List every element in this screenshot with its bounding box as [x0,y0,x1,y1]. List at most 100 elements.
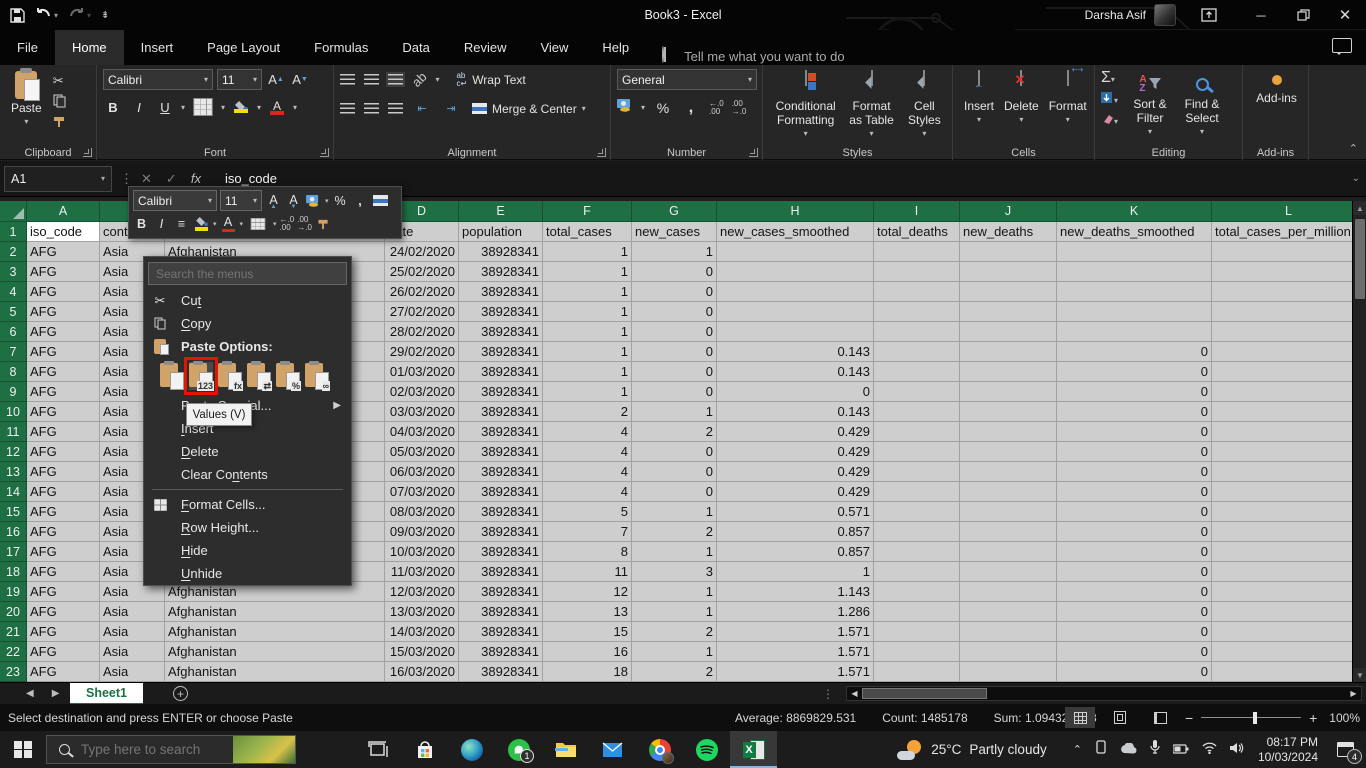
page-break-view-button[interactable] [1145,707,1175,728]
cell-I13[interactable] [874,462,960,482]
cell-L13[interactable]: 0 [1212,462,1366,482]
cell-A16[interactable]: AFG [27,522,100,542]
cell-G7[interactable]: 0 [632,342,717,362]
undo-dropdown-icon[interactable]: ▾ [54,11,58,20]
mini-shrink-font-button[interactable]: A▼ [285,191,302,211]
paste-formulas-icon[interactable]: fx [218,362,242,390]
onedrive-icon[interactable] [1120,741,1137,759]
cell-G3[interactable]: 0 [632,262,717,282]
cell-F8[interactable]: 1 [543,362,632,382]
cell-A22[interactable]: AFG [27,642,100,662]
cell-J22[interactable] [960,642,1057,662]
cell-J13[interactable] [960,462,1057,482]
format-painter-icon[interactable] [53,116,66,131]
cell-I21[interactable] [874,622,960,642]
cell-H19[interactable]: 1.143 [717,582,874,602]
cell-E4[interactable]: 38928341 [459,282,543,302]
cell-J21[interactable] [960,622,1057,642]
row-header-2[interactable]: 2 [0,242,27,262]
cell-C22[interactable]: Afghanistan [165,642,385,662]
underline-button[interactable]: U [155,97,175,118]
chrome-taskbar-button[interactable] [636,731,683,768]
cell-G6[interactable]: 0 [632,322,717,342]
cell-E3[interactable]: 38928341 [459,262,543,282]
cell-K1[interactable]: new_deaths_smoothed [1057,222,1212,242]
cell-K8[interactable]: 0 [1057,362,1212,382]
zoom-out-button[interactable]: − [1185,710,1193,726]
cell-D12[interactable]: 05/03/2020 [385,442,459,462]
align-left-button[interactable] [340,103,355,114]
cell-A9[interactable]: AFG [27,382,100,402]
row-header-1[interactable]: 1 [0,222,27,242]
menu-item-cut[interactable]: ✂Cut [144,289,351,312]
grow-font-button[interactable]: A▲ [266,69,286,90]
cell-D9[interactable]: 02/03/2020 [385,382,459,402]
page-layout-view-button[interactable] [1105,707,1135,728]
column-header-E[interactable]: E [459,201,543,222]
cell-F19[interactable]: 12 [543,582,632,602]
cell-L3[interactable]: 0 [1212,262,1366,282]
cell-C21[interactable]: Afghanistan [165,622,385,642]
mini-merge-button[interactable] [372,191,389,211]
cell-L10[interactable]: 0 [1212,402,1366,422]
cell-D16[interactable]: 09/03/2020 [385,522,459,542]
merge-center-button[interactable]: Merge & Center ▾ [472,98,586,119]
cell-A2[interactable]: AFG [27,242,100,262]
cell-K21[interactable]: 0 [1057,622,1212,642]
font-size-select[interactable]: 11▾ [217,69,262,90]
cell-D14[interactable]: 07/03/2020 [385,482,459,502]
tell-me-box[interactable]: Tell me what you want to do [662,47,844,65]
tab-home[interactable]: Home [55,30,124,65]
cell-D13[interactable]: 06/03/2020 [385,462,459,482]
cell-K23[interactable]: 0 [1057,662,1212,682]
decrease-decimal-button[interactable]: .00→.0 [732,100,747,116]
column-header-J[interactable]: J [960,201,1057,222]
cell-F3[interactable]: 1 [543,262,632,282]
mini-comma-button[interactable]: , [352,191,369,211]
tab-page-layout[interactable]: Page Layout [190,30,297,65]
mini-italic-button[interactable]: I [153,214,170,234]
cell-E6[interactable]: 38928341 [459,322,543,342]
cell-A10[interactable]: AFG [27,402,100,422]
cell-D17[interactable]: 10/03/2020 [385,542,459,562]
cell-H8[interactable]: 0.143 [717,362,874,382]
cell-J3[interactable] [960,262,1057,282]
cell-G9[interactable]: 0 [632,382,717,402]
comments-icon[interactable] [1332,38,1352,53]
cell-H14[interactable]: 0.429 [717,482,874,502]
clipboard-dialog-launcher[interactable] [83,148,92,157]
cell-K14[interactable]: 0 [1057,482,1212,502]
paste-formatting-icon[interactable]: % [276,362,300,390]
cell-K3[interactable] [1057,262,1212,282]
cell-D5[interactable]: 27/02/2020 [385,302,459,322]
cell-D4[interactable]: 26/02/2020 [385,282,459,302]
row-header-7[interactable]: 7 [0,342,27,362]
cell-F14[interactable]: 4 [543,482,632,502]
next-sheet-icon[interactable]: ▶ [52,688,60,699]
paste-transpose-icon[interactable]: ⇄ [247,362,271,390]
cell-J10[interactable] [960,402,1057,422]
taskbar-search-box[interactable] [46,735,296,764]
row-header-11[interactable]: 11 [0,422,27,442]
cell-D23[interactable]: 16/03/2020 [385,662,459,682]
cell-K19[interactable]: 0 [1057,582,1212,602]
cell-D22[interactable]: 15/03/2020 [385,642,459,662]
insert-function-icon[interactable]: fx [191,171,201,186]
wifi-icon[interactable] [1202,741,1217,759]
scroll-down-icon[interactable]: ▼ [1353,668,1366,682]
cell-E18[interactable]: 38928341 [459,562,543,582]
undo-button[interactable]: ▾ [35,8,58,23]
cell-K6[interactable] [1057,322,1212,342]
cell-H12[interactable]: 0.429 [717,442,874,462]
menu-item-delete[interactable]: Delete [144,440,351,463]
cell-L14[interactable]: 0 [1212,482,1366,502]
paste-keep-source-icon[interactable] [160,362,184,390]
cell-A14[interactable]: AFG [27,482,100,502]
cell-K4[interactable] [1057,282,1212,302]
task-view-taskbar-button[interactable] [354,731,401,768]
store-taskbar-button[interactable] [401,731,448,768]
tab-view[interactable]: View [523,30,585,65]
number-format-select[interactable]: General▾ [617,69,757,90]
cell-K13[interactable]: 0 [1057,462,1212,482]
cell-K12[interactable]: 0 [1057,442,1212,462]
